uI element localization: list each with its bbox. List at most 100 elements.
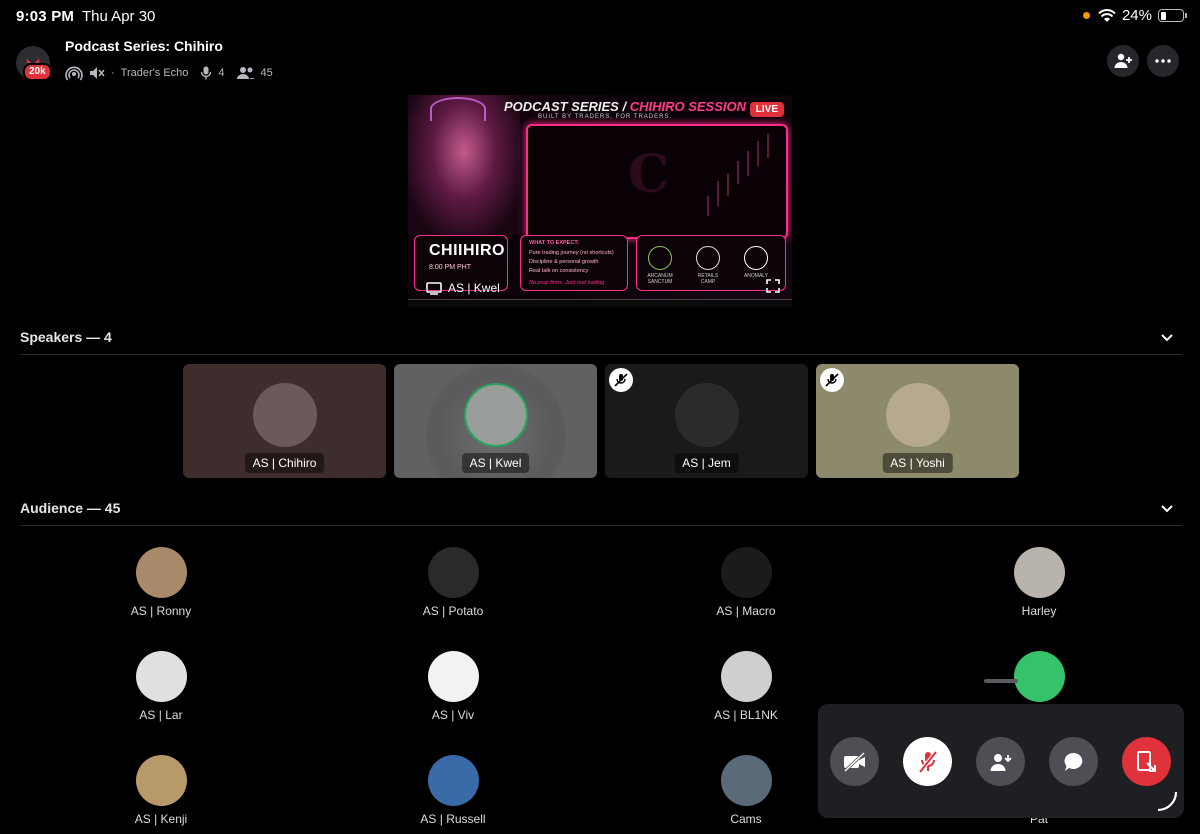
- headphones-graphic: [430, 97, 486, 121]
- panel-drag-handle[interactable]: [984, 679, 1018, 683]
- battery-percent: 24%: [1121, 7, 1152, 24]
- speaker-muted-icon: [90, 67, 105, 79]
- video-progress-bar: [408, 299, 792, 307]
- stage-icon: [65, 66, 83, 81]
- audience-section-header[interactable]: Audience — 45: [20, 496, 1182, 526]
- avatar: [674, 383, 739, 447]
- stage-header: 20k Podcast Series: Chihiro · Trader's E…: [0, 38, 1200, 92]
- audience-member[interactable]: Cams: [666, 755, 826, 826]
- leave-call-icon: [1136, 750, 1156, 772]
- speaker-tile[interactable]: AS | Kwel: [394, 364, 597, 478]
- status-bar: 9:03 PM Thu Apr 30 24%: [0, 0, 1200, 32]
- bullet: ·: [111, 67, 115, 79]
- avatar: [720, 755, 772, 806]
- avatar: [720, 547, 772, 598]
- channel-name[interactable]: Trader's Echo: [121, 67, 189, 79]
- resize-corner-icon[interactable]: [1156, 790, 1178, 812]
- chevron-down-icon: [1161, 505, 1173, 513]
- speaker-name: AS | Chihiro: [244, 453, 325, 473]
- speaker-tile[interactable]: AS | Yoshi: [816, 364, 1019, 478]
- speaker-name: AS | Kwel: [461, 453, 530, 473]
- chevron-down-icon: [1161, 334, 1173, 342]
- stream-heading: PODCAST SERIES / CHIHIRO SESSION: [504, 99, 746, 114]
- chart-screen: C: [526, 124, 788, 239]
- expect-footer: No prop firms. Just real trading: [529, 280, 605, 286]
- avatar: [135, 755, 187, 806]
- candlestick-graphic: [707, 134, 769, 216]
- audience-member[interactable]: Harley: [959, 547, 1119, 618]
- audience-member[interactable]: AS | Russell: [373, 755, 533, 826]
- avatar: [135, 547, 187, 598]
- avatar: [885, 383, 950, 447]
- audience-label: Audience — 45: [20, 500, 121, 516]
- wifi-icon: [1098, 8, 1116, 22]
- screen-share-icon: [426, 281, 442, 295]
- audience-member[interactable]: [959, 651, 1119, 708]
- partners-card: ARCANUM SANCTUM RETAILS CAMP ANOMALY: [636, 235, 786, 291]
- mic-toggle-button[interactable]: [903, 737, 952, 786]
- audience-member[interactable]: AS | Viv: [373, 651, 533, 722]
- expect-card: WHAT TO EXPECT: Pure trading journey (no…: [520, 235, 628, 291]
- partner-logo: ARCANUM SANCTUM: [645, 246, 675, 285]
- speaker-count: 4: [218, 67, 225, 79]
- audience-member[interactable]: AS | BL1NK: [666, 651, 826, 722]
- speaker-tile[interactable]: AS | Jem: [605, 364, 808, 478]
- avatar: [1013, 547, 1065, 598]
- stream-preview[interactable]: PODCAST SERIES / CHIHIRO SESSION BUILT B…: [408, 95, 792, 307]
- expect-item: Pure trading journey (no shortcuts): [529, 250, 614, 256]
- audience-name: Cams: [730, 812, 762, 826]
- audience-name: AS | Lar: [139, 708, 183, 722]
- leave-call-button[interactable]: [1122, 737, 1171, 786]
- call-controls-panel: [818, 704, 1184, 818]
- avatar: [427, 651, 479, 702]
- avatar: [720, 651, 772, 702]
- expect-item: Discipline & personal growth: [529, 259, 599, 265]
- expect-item: Real talk on consistency: [529, 268, 589, 274]
- streamer-label: AS | Kwel: [426, 281, 500, 295]
- audience-name: AS | Macro: [716, 604, 776, 618]
- host-name: CHIIHIRO: [429, 242, 505, 259]
- chat-icon: [1064, 752, 1082, 771]
- partner-name: ARCANUM SANCTUM: [647, 273, 673, 285]
- stream-tagline: BUILT BY TRADERS, FOR TRADERS.: [538, 114, 673, 120]
- chat-button[interactable]: [1049, 737, 1098, 786]
- audience-name: AS | Kenji: [134, 812, 188, 826]
- invite-button[interactable]: [1107, 45, 1139, 77]
- fullscreen-icon[interactable]: [766, 279, 780, 293]
- partner-logo: RETAILS CAMP: [693, 246, 723, 285]
- notification-badge: 20k: [23, 63, 52, 81]
- more-options-button[interactable]: [1147, 45, 1179, 77]
- listener-count: 45: [260, 67, 273, 79]
- expect-title: WHAT TO EXPECT:: [529, 240, 579, 246]
- stage-info: · Trader's Echo 4 45: [65, 65, 273, 81]
- host-time: 8:00 PM PHT: [429, 264, 472, 271]
- audience-name: AS | BL1NK: [714, 708, 778, 722]
- audience-name: AS | Russell: [420, 812, 486, 826]
- avatar: [135, 651, 187, 702]
- invite-to-stage-button[interactable]: [976, 737, 1025, 786]
- heading-left: PODCAST SERIES /: [504, 99, 627, 114]
- audience-name: AS | Potato: [422, 604, 484, 618]
- listeners-icon: [236, 67, 255, 79]
- mic-muted-indicator: [609, 368, 633, 392]
- speaker-name: AS | Jem: [674, 453, 739, 473]
- audience-member[interactable]: AS | Macro: [666, 547, 826, 618]
- heading-right: CHIHIRO SESSION: [629, 99, 746, 114]
- audience-member[interactable]: AS | Potato: [373, 547, 533, 618]
- speakers-section-header[interactable]: Speakers — 4: [20, 325, 1182, 355]
- date: Thu Apr 30: [82, 8, 156, 25]
- audience-member[interactable]: AS | Kenji: [81, 755, 241, 826]
- speaker-tile[interactable]: AS | Chihiro: [183, 364, 386, 478]
- partner-name: RETAILS CAMP: [697, 273, 719, 285]
- audience-member[interactable]: AS | Lar: [81, 651, 241, 722]
- live-badge: LIVE: [749, 102, 784, 117]
- mic-off-icon: [614, 373, 628, 387]
- clock: 9:03 PM: [16, 8, 75, 25]
- mic-off-icon: [825, 373, 839, 387]
- avatar: [1013, 651, 1065, 702]
- audience-name: AS | Viv: [431, 708, 475, 722]
- camera-toggle-button[interactable]: [830, 737, 879, 786]
- avatar: [463, 383, 528, 447]
- battery-icon: [1158, 9, 1187, 22]
- audience-member[interactable]: AS | Ronny: [81, 547, 241, 618]
